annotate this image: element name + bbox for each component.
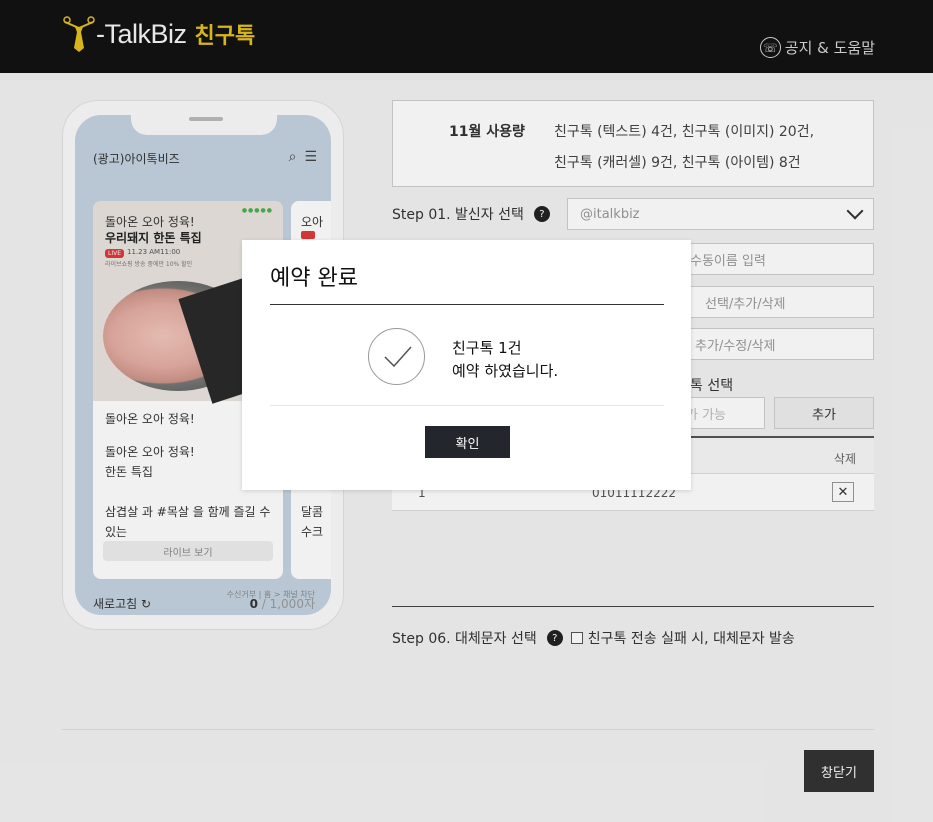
confirm-button[interactable]: 확인 <box>425 426 510 458</box>
logo-text: -TalkBiz <box>96 18 187 49</box>
reservation-complete-dialog: 예약 완료 친구톡 1건 예약 하였습니다. 확인 <box>242 240 691 490</box>
logo-korean-text: 친구톡 <box>194 24 256 49</box>
dialog-message-line2: 예약 하였습니다. <box>452 362 559 380</box>
top-header: -TalkBiz 친구톡 ☏ 공지 & 도움말 <box>0 0 933 73</box>
check-circle-icon <box>368 328 425 385</box>
help-link[interactable]: ☏ 공지 & 도움말 <box>759 37 875 58</box>
dialog-footer-divider <box>270 405 664 406</box>
phone-icon: ☏ <box>759 37 781 58</box>
help-label: 공지 & 도움말 <box>784 39 875 57</box>
dialog-title-divider <box>270 304 664 305</box>
logo[interactable]: -TalkBiz 친구톡 <box>62 14 255 54</box>
tie-logo-icon <box>62 14 96 54</box>
dialog-message-line1: 친구톡 1건 <box>452 339 522 357</box>
dialog-title: 예약 완료 <box>270 266 358 291</box>
